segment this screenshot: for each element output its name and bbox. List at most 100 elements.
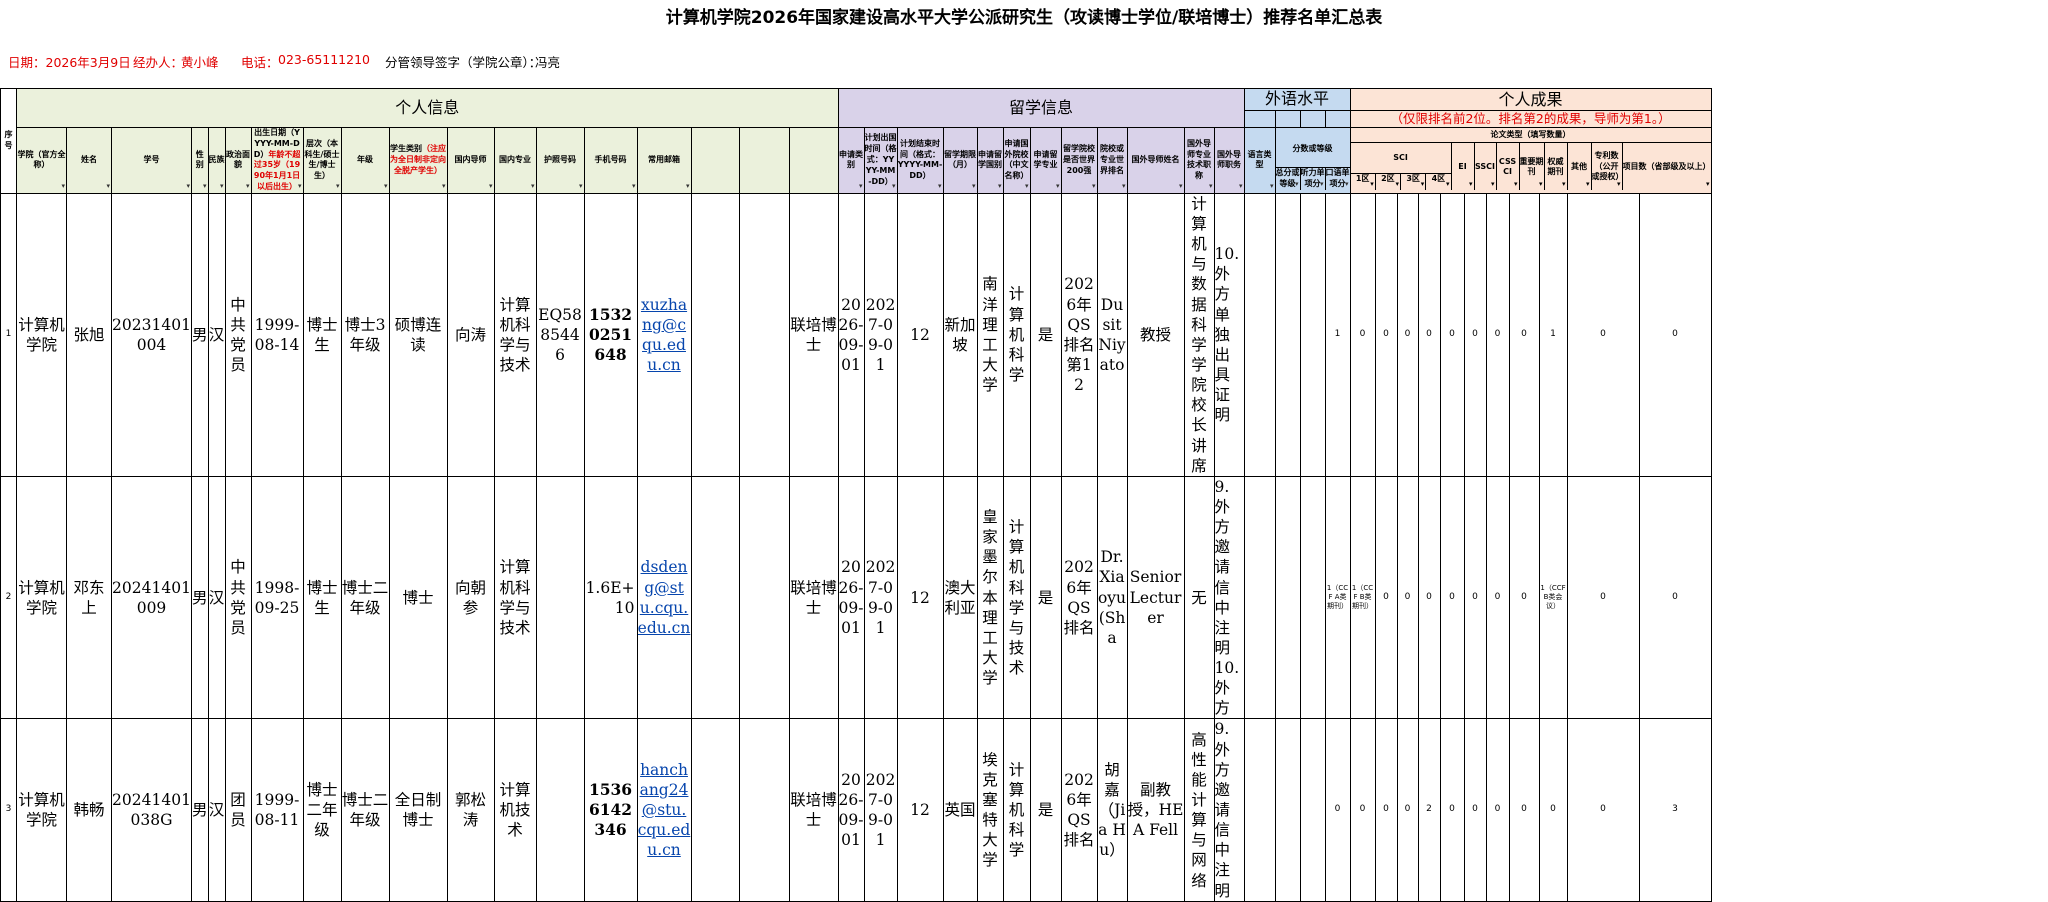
- col-header-sci2[interactable]: 2区 ▾: [1376, 174, 1402, 191]
- cell-advisor[interactable]: 郭松涛: [446, 718, 495, 902]
- cell-type[interactable]: 硕博连读: [388, 192, 448, 477]
- col-header-top200[interactable]: 留学院校是否世界200强 ▾: [1060, 127, 1098, 194]
- cell-other[interactable]: 0: [1538, 718, 1568, 902]
- col-header-foreign-advisor[interactable]: 国外导师姓名 ▾: [1126, 127, 1185, 194]
- cell-cssci[interactable]: 0: [1463, 192, 1487, 477]
- cell-rank[interactable]: 2026年QS排名第12: [1060, 192, 1098, 477]
- col-header-email[interactable]: 常用邮箱 ▾: [636, 127, 692, 194]
- col-header-mobile[interactable]: 手机号码 ▾: [583, 127, 638, 194]
- col-header-gender[interactable]: 性别 ▾: [191, 127, 209, 194]
- cell-student-id[interactable]: 20241401038G: [111, 718, 192, 902]
- col-header-ssci[interactable]: SSCI ▾: [1475, 143, 1497, 191]
- cell-period[interactable]: 12: [896, 475, 944, 720]
- cell-political[interactable]: 团员: [224, 718, 252, 902]
- col-header-advisor-title[interactable]: 国外导师专业技术职称 ▾: [1183, 127, 1215, 194]
- cell-patent[interactable]: 0: [1566, 192, 1640, 477]
- col-header-total[interactable]: 总分或等级 ▾: [1276, 168, 1301, 191]
- cell-auth[interactable]: 0: [1508, 475, 1540, 720]
- cell-political[interactable]: 中共党员: [224, 192, 252, 477]
- cell-birth[interactable]: 1999-08-14: [250, 192, 304, 477]
- cell-end[interactable]: 2027-09-01: [863, 718, 898, 902]
- col-header-student-id[interactable]: 学号 ▾: [111, 127, 192, 194]
- cell-foreign-major[interactable]: 计算机科学: [1002, 718, 1031, 902]
- col-header-sci3[interactable]: 3区 ▾: [1401, 174, 1427, 191]
- col-header-core[interactable]: 重要期刊 ▾: [1520, 143, 1545, 191]
- cell-email[interactable]: dsdeng@stu.cqu.edu.cn: [636, 475, 692, 720]
- col-header-rank[interactable]: 院校或专业世界排名 ▾: [1096, 127, 1128, 194]
- cell-mobile[interactable]: 1.6E+10: [583, 475, 638, 720]
- cell-country[interactable]: 澳大利亚: [942, 475, 978, 720]
- cell-sci1[interactable]: 0: [1324, 718, 1351, 902]
- cell-passport[interactable]: EQ5885446: [535, 192, 585, 477]
- cell-level[interactable]: 博士二年级: [302, 718, 342, 902]
- cell-gender[interactable]: 男: [191, 192, 209, 477]
- cell-mobile[interactable]: 15320251648: [583, 192, 638, 477]
- cell-total[interactable]: [1243, 192, 1276, 477]
- cell-political[interactable]: 中共党员: [224, 475, 252, 720]
- cell-sci3[interactable]: 0: [1374, 192, 1398, 477]
- cell-email[interactable]: xuzhang@cqu.edu.cn: [636, 192, 692, 477]
- cell-ethnicity[interactable]: 汉: [207, 718, 226, 902]
- cell-top200[interactable]: 是: [1029, 475, 1062, 720]
- col-header-level[interactable]: 层次（本科生/硕士生/博士生） ▾: [302, 127, 342, 194]
- cell-gender[interactable]: 男: [191, 475, 209, 720]
- cell-sci2[interactable]: 1（CCF B类期刊）: [1349, 475, 1376, 720]
- col-header-listen[interactable]: 听力单项分 ▾: [1301, 168, 1326, 191]
- cell-auth[interactable]: 0: [1508, 192, 1540, 477]
- cell-project[interactable]: 0: [1638, 192, 1712, 477]
- cell-type[interactable]: 全日制博士: [388, 718, 448, 902]
- cell-student-id[interactable]: 20241401009: [111, 475, 192, 720]
- col-header-school[interactable]: 申请国外院校（中文名称） ▾: [1002, 127, 1031, 194]
- cell-advisor[interactable]: 向涛: [446, 192, 495, 477]
- col-header-college[interactable]: 学院（官方全称） ▾: [16, 127, 67, 194]
- cell-core[interactable]: 0: [1485, 718, 1510, 902]
- cell-ei[interactable]: 0: [1417, 192, 1441, 477]
- cell-school[interactable]: 皇家墨尔本理工大学: [976, 475, 1004, 720]
- cell-gender[interactable]: 男: [191, 718, 209, 902]
- cell-other[interactable]: 1（CCF B类会议）: [1538, 475, 1568, 720]
- cell-school[interactable]: 南洋理工大学: [976, 192, 1004, 477]
- cell-major[interactable]: 计算机科学与技术: [493, 475, 537, 720]
- col-header-grade[interactable]: 年级 ▾: [340, 127, 390, 194]
- cell-sci4[interactable]: 0: [1396, 475, 1419, 720]
- cell-depart[interactable]: 2026-09-01: [837, 718, 865, 902]
- cell-student-id[interactable]: 20231401004: [111, 192, 192, 477]
- cell-total[interactable]: [1243, 718, 1276, 902]
- email-link[interactable]: hanchang24@stu.cqu.edu.cn: [638, 761, 690, 860]
- col-header-advisor[interactable]: 国内导师 ▾: [446, 127, 495, 194]
- col-header-end[interactable]: 计划结束时间（格式：YYYY-MM-DD） ▾: [896, 127, 944, 194]
- cell-apply-type[interactable]: 联培博士: [788, 718, 839, 902]
- cell-advisor-title[interactable]: Senior Lecturer: [1126, 475, 1185, 720]
- cell-advisor-title[interactable]: 副教授，HEA Fell: [1126, 718, 1185, 902]
- col-header-lang-type[interactable]: 语言类型 ▾: [1243, 127, 1276, 194]
- cell-depart[interactable]: 2026-09-01: [837, 475, 865, 720]
- col-header-major[interactable]: 国内专业 ▾: [493, 127, 537, 194]
- cell-sci3[interactable]: 0: [1374, 718, 1398, 902]
- cell-ei[interactable]: 2: [1417, 718, 1441, 902]
- cell-email[interactable]: hanchang24@stu.cqu.edu.cn: [636, 718, 692, 902]
- email-link[interactable]: xuzhang@cqu.edu.cn: [641, 296, 687, 374]
- cell-lang-type[interactable]: 9. 外方邀请信中注明: [1213, 718, 1245, 902]
- cell-birth[interactable]: 1999-08-11: [250, 718, 304, 902]
- cell-period[interactable]: 12: [896, 718, 944, 902]
- cell-school[interactable]: 埃克塞特大学: [976, 718, 1004, 902]
- cell-cssci[interactable]: 0: [1463, 475, 1487, 720]
- cell-foreign-advisor[interactable]: 胡嘉（Jia Hu）: [1096, 718, 1128, 902]
- cell-ei[interactable]: 0: [1417, 475, 1441, 720]
- cell-foreign-major[interactable]: 计算机科学与技术: [1002, 475, 1031, 720]
- col-header-project[interactable]: 项目数（省部级及以上） ▾: [1623, 143, 1711, 190]
- cell-ethnicity[interactable]: 汉: [207, 475, 226, 720]
- col-header-political[interactable]: 政治面貌 ▾: [224, 127, 252, 194]
- cell-total[interactable]: [1243, 475, 1276, 720]
- cell-ssci[interactable]: 0: [1439, 475, 1465, 720]
- col-header-cssci[interactable]: CSSCI ▾: [1497, 143, 1520, 191]
- cell-country[interactable]: 新加坡: [942, 192, 978, 477]
- cell-sci4[interactable]: 0: [1396, 718, 1419, 902]
- col-header-country[interactable]: 申请留学国别 ▾: [976, 127, 1004, 194]
- cell-college[interactable]: 计算机学院: [16, 718, 67, 902]
- col-header-depart[interactable]: 计划出国时间（格式：YYYY-MM-DD） ▾: [863, 127, 898, 194]
- col-header-speak[interactable]: 口语单项分 ▾: [1326, 168, 1350, 190]
- row-index[interactable]: 1: [0, 192, 17, 477]
- row-index[interactable]: 3: [0, 718, 17, 902]
- cell-other[interactable]: 1: [1538, 192, 1568, 477]
